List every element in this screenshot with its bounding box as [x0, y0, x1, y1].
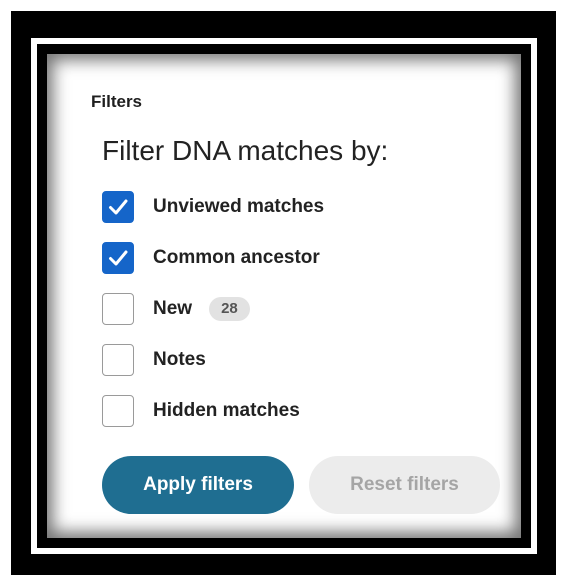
- new-count-badge: 28: [209, 297, 250, 321]
- common-ancestor-checkbox[interactable]: [102, 242, 134, 274]
- notes-label: Notes: [153, 349, 206, 370]
- common-ancestor-label: Common ancestor: [153, 247, 320, 268]
- filter-row-notes[interactable]: Notes: [102, 343, 206, 377]
- hidden-matches-checkbox[interactable]: [102, 395, 134, 427]
- check-icon: [109, 199, 128, 215]
- new-label: New: [153, 298, 193, 319]
- unviewed-matches-checkbox[interactable]: [102, 191, 134, 223]
- notes-checkbox[interactable]: [102, 344, 134, 376]
- filter-title: Filter DNA matches by:: [102, 135, 389, 166]
- new-checkbox[interactable]: [102, 293, 134, 325]
- apply-filters-button[interactable]: Apply filters: [102, 456, 294, 514]
- reset-filters-button[interactable]: Reset filters: [309, 456, 500, 514]
- unviewed-matches-label: Unviewed matches: [153, 196, 325, 217]
- filter-row-new[interactable]: New 28: [102, 292, 250, 326]
- filter-row-hidden[interactable]: Hidden matches: [102, 394, 300, 428]
- check-icon: [109, 250, 128, 266]
- filters-heading: Filters: [91, 92, 143, 111]
- filter-row-common-ancestor[interactable]: Common ancestor: [102, 241, 320, 275]
- filter-row-unviewed[interactable]: Unviewed matches: [102, 190, 324, 224]
- hidden-matches-label: Hidden matches: [153, 400, 300, 421]
